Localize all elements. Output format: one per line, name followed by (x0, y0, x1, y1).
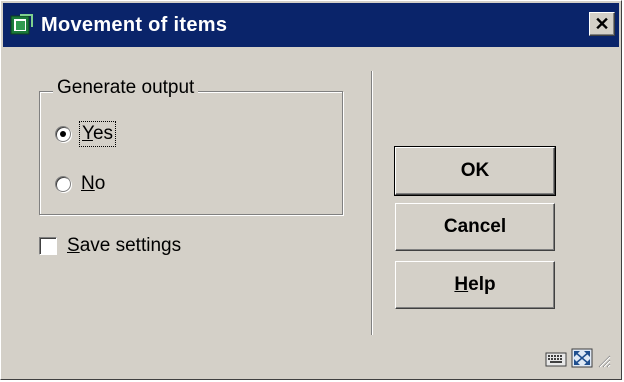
radio-no-indicator[interactable] (55, 176, 71, 192)
keyboard-icon[interactable] (545, 350, 567, 373)
radio-no-label[interactable]: No (81, 173, 105, 195)
window-title: Movement of items (41, 13, 228, 36)
resize-grip-icon[interactable] (597, 354, 611, 373)
app-window-icon (9, 12, 35, 38)
help-button[interactable]: Help (395, 261, 555, 309)
generate-output-group (39, 91, 343, 215)
save-settings-box[interactable] (39, 237, 57, 255)
save-settings-label[interactable]: Save settings (67, 235, 181, 257)
group-legend: Generate output (53, 77, 199, 99)
radio-no[interactable]: No (55, 173, 105, 195)
radio-yes[interactable]: Yes (55, 121, 117, 147)
vertical-separator (371, 71, 373, 335)
cancel-button[interactable]: Cancel (395, 203, 555, 251)
radio-yes-indicator[interactable] (55, 126, 71, 142)
close-button[interactable]: ✕ (589, 12, 615, 36)
ok-button[interactable]: OK (394, 146, 556, 196)
title-bar[interactable]: Movement of items ✕ (3, 3, 619, 47)
status-icons (545, 348, 611, 373)
save-settings-checkbox[interactable]: Save settings (39, 235, 181, 257)
dialog-window: Movement of items ✕ Generate output Yes … (0, 0, 622, 380)
radio-yes-label[interactable]: Yes (78, 121, 117, 147)
maximize-icon[interactable] (571, 348, 593, 373)
